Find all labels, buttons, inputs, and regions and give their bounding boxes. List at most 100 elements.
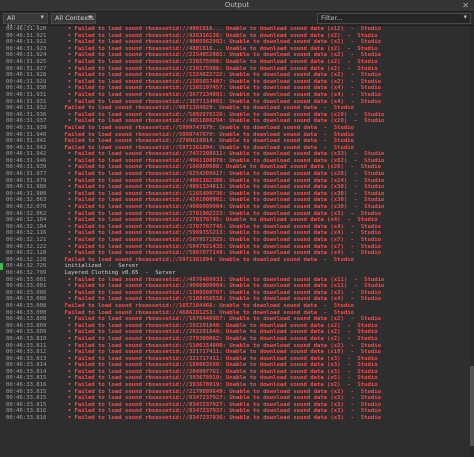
log-line[interactable]: 00:46:31.928 • Failed to load sound rbxa…: [0, 72, 474, 79]
log-line[interactable]: 00:46:31.977 • Failed to load sound rbxa…: [0, 171, 474, 178]
log-line[interactable]: 00:46:33.809 • Failed to load sound rbxa…: [0, 329, 474, 336]
contexts-filter-dropdown[interactable]: All Contexts ▾: [51, 13, 96, 24]
log-line[interactable]: 00:46:32.070 • Failed to load sound rbxa…: [0, 204, 474, 211]
log-line[interactable]: 00:46:31.937 • Failed to load sound rbxa…: [0, 118, 474, 125]
log-line[interactable]: 00:46:32.128 • Failed to load sound rbxa…: [0, 250, 474, 257]
log-line[interactable]: 00:46:31.923 • Failed to load sound rbxa…: [0, 46, 474, 53]
log-line[interactable]: 00:46:31.942 Failed to load sound rbxass…: [0, 145, 474, 152]
log-message: Failed to load sound rbxassetid://509874…: [61, 131, 354, 138]
log-message: • Failed to load sound rbxassetid://3217…: [61, 349, 381, 356]
log-line[interactable]: 00:46:31.942 • Failed to load sound rbxa…: [0, 151, 474, 158]
log-line[interactable]: 00:46:31.939 Failed to load sound rbxass…: [0, 125, 474, 132]
filter-box[interactable]: ▾: [317, 13, 471, 24]
log-line[interactable]: 00:46:32.104 • Failed to load sound rbxa…: [0, 224, 474, 231]
log-line[interactable]: 00:46:33.816 • Failed to load sound rbxa…: [0, 415, 474, 422]
log-line[interactable]: 00:46:31.922 • Failed to load sound rbxa…: [0, 39, 474, 46]
filter-input[interactable]: [318, 14, 461, 23]
log-line[interactable]: 00:46:31.936 • Failed to load sound rbxa…: [0, 112, 474, 119]
log-line[interactable]: 00:46:31.946 • Failed to load sound rbxa…: [0, 158, 474, 165]
log-line[interactable]: 00:46:33.814 • Failed to load sound rbxa…: [0, 362, 474, 369]
log-timestamp: 00:46:31.930: [6, 85, 47, 92]
vertical-scrollbar[interactable]: [470, 26, 474, 457]
log-timestamp: 00:46:32.128: [6, 250, 47, 257]
log-timestamp: 00:46:33.811: [6, 342, 47, 349]
log-line[interactable]: 00:46:33.006 • Failed to load sound rbxa…: [0, 290, 474, 297]
log-line[interactable]: 00:46:32.228 Failed to load sound rbxass…: [0, 257, 474, 264]
log-line[interactable]: 00:46:32.720 initialized - Server: [0, 263, 474, 270]
log-line[interactable]: 00:46:33.815 • Failed to load sound rbxa…: [0, 389, 474, 396]
log-line[interactable]: 00:46:31.986 • Failed to load sound rbxa…: [0, 184, 474, 191]
log-line[interactable]: 00:46:33.814 • Failed to load sound rbxa…: [0, 369, 474, 376]
log-line[interactable]: 00:46:33.811 • Failed to load sound rbxa…: [0, 343, 474, 350]
log-message: • Failed to load sound rbxassetid://5807…: [61, 250, 381, 257]
log-message: • Failed to load sound rbxassetid://3677…: [61, 91, 381, 98]
log-line[interactable]: 00:46:32.063 • Failed to load sound rbxa…: [0, 197, 474, 204]
log-line[interactable]: 00:46:33.008 Failed to load sound rbxass…: [0, 303, 474, 310]
log-timestamp: 00:46:32.104: [6, 223, 47, 230]
log-timestamp: 00:46:31.940: [6, 131, 47, 138]
log-line[interactable]: 00:46:32.121 • Failed to load sound rbxa…: [0, 237, 474, 244]
log-message: Layered Clothing v0.65 - Server: [61, 269, 176, 276]
log-timestamp: 00:46:31.936: [6, 111, 47, 118]
log-line[interactable]: 00:46:31.939 • Failed to load sound rbxa…: [0, 164, 474, 171]
log-message: • Failed to load sound rbxassetid://7437…: [61, 151, 385, 158]
log-line[interactable]: 00:46:32.122 • Failed to load sound rbxa…: [0, 244, 474, 251]
log-line[interactable]: 00:46:31.979 • Failed to load sound rbxa…: [0, 178, 474, 185]
log-line[interactable]: 00:46:33.008 Failed to load sound rbxass…: [0, 310, 474, 317]
log-timestamp: 00:46:32.116: [6, 230, 47, 237]
log-message: • Failed to load sound rbxassetid://1365…: [61, 85, 381, 92]
log-line[interactable]: 00:46:33.001 • Failed to load sound rbxa…: [0, 277, 474, 284]
log-line[interactable]: 00:46:33.001 • Failed to load sound rbxa…: [0, 283, 474, 290]
log-timestamp: 00:46:33.008: [6, 296, 47, 303]
log-line[interactable]: 00:46:31.931 • Failed to load sound rbxa…: [0, 99, 474, 106]
log-timestamp: 00:46:31.932: [6, 105, 47, 112]
window-title: Output: [224, 1, 250, 9]
log-line[interactable]: 00:46:32.116 • Failed to load sound rbxa…: [0, 230, 474, 237]
log-timestamp: 00:46:32.063: [6, 197, 47, 204]
log-line[interactable]: 00:46:33.815 • Failed to load sound rbxa…: [0, 402, 474, 409]
log-line[interactable]: 00:46:33.815 • Failed to load sound rbxa…: [0, 395, 474, 402]
output-log[interactable]: 00:46:31.920 • Failed to load sound rbxa…: [0, 26, 474, 457]
log-line[interactable]: 00:46:32.799 Layered Clothing v0.65 - Se…: [0, 270, 474, 277]
chevron-down-icon[interactable]: ▾: [463, 13, 467, 21]
log-timestamp: 00:46:33.816: [6, 408, 47, 415]
log-message: • Failed to load sound rbxassetid://2703…: [61, 217, 378, 224]
messages-filter-dropdown[interactable]: All Messages ▾: [3, 13, 48, 31]
chevron-down-icon: ▾: [88, 13, 92, 21]
log-line[interactable]: 00:46:33.815 • Failed to load sound rbxa…: [0, 375, 474, 382]
log-line[interactable]: 00:46:31.940 Failed to load sound rbxass…: [0, 132, 474, 139]
log-message: • Failed to load sound rbxassetid://4086…: [61, 204, 385, 211]
log-message: • Failed to load sound rbxassetid://4091…: [61, 184, 385, 191]
log-line[interactable]: 00:46:31.929 • Failed to load sound rbxa…: [0, 79, 474, 86]
log-timestamp: 00:46:31.942: [6, 144, 47, 151]
log-message: • Failed to load sound rbxassetid://2922…: [61, 329, 378, 336]
log-line[interactable]: 00:46:31.932 Failed to load sound rbxass…: [0, 105, 474, 112]
log-line[interactable]: 00:46:31.941 Failed to load sound rbxass…: [0, 138, 474, 145]
log-timestamp: 00:46:33.816: [6, 382, 47, 389]
log-line[interactable]: 00:46:33.008 • Failed to load sound rbxa…: [0, 296, 474, 303]
log-timestamp: 00:46:31.942: [6, 151, 47, 158]
log-timestamp: 00:46:33.815: [6, 375, 47, 382]
log-line[interactable]: 00:46:33.816 • Failed to load sound rbxa…: [0, 382, 474, 389]
log-line[interactable]: 00:46:31.921 • Failed to load sound rbxa…: [0, 33, 474, 40]
log-line[interactable]: 00:46:33.812 • Failed to load sound rbxa…: [0, 349, 474, 356]
log-message: initialized - Server: [61, 263, 139, 270]
log-message: • Failed to load sound rbxassetid://2707…: [61, 223, 381, 230]
log-line[interactable]: 00:46:32.062 • Failed to load sound rbxa…: [0, 211, 474, 218]
log-line[interactable]: 00:46:33.808 • Failed to load sound rbxa…: [0, 316, 474, 323]
log-line[interactable]: 00:46:33.816 • Failed to load sound rbxa…: [0, 408, 474, 415]
log-line[interactable]: 00:46:32.104 • Failed to load sound rbxa…: [0, 217, 474, 224]
log-line[interactable]: 00:46:31.931 • Failed to load sound rbxa…: [0, 92, 474, 99]
scrollbar-thumb[interactable]: [470, 366, 474, 446]
log-line[interactable]: 00:46:31.925 • Failed to load sound rbxa…: [0, 59, 474, 66]
log-message: • Failed to load sound rbxassetid://5106…: [61, 342, 381, 349]
log-line[interactable]: 00:46:31.930 • Failed to load sound rbxa…: [0, 85, 474, 92]
log-line[interactable]: 00:46:33.813 • Failed to load sound rbxa…: [0, 356, 474, 363]
log-line[interactable]: 00:46:31.924 • Failed to load sound rbxa…: [0, 52, 474, 59]
log-line[interactable]: 00:46:31.920 • Failed to load sound rbxa…: [0, 26, 474, 33]
log-line[interactable]: 00:46:33.809 • Failed to load sound rbxa…: [0, 323, 474, 330]
log-line[interactable]: 00:46:31.980 • Failed to load sound rbxa…: [0, 191, 474, 198]
log-line[interactable]: 00:46:33.810 • Failed to load sound rbxa…: [0, 336, 474, 343]
close-button[interactable]: ✕: [462, 0, 469, 11]
log-line[interactable]: 00:46:31.927 • Failed to load sound rbxa…: [0, 66, 474, 73]
